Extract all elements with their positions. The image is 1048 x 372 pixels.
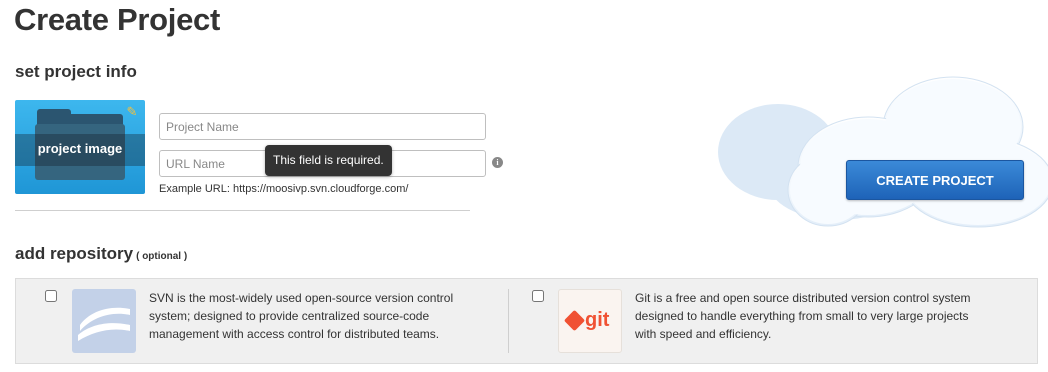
optional-label: ( optional ) (136, 251, 188, 262)
section-heading-add-repository: add repository( optional ) (15, 244, 187, 264)
svn-checkbox[interactable] (45, 290, 57, 302)
git-diamond-icon (563, 309, 586, 332)
git-description: Git is a free and open source distribute… (635, 291, 971, 341)
section-divider (15, 210, 470, 211)
repository-divider (508, 289, 509, 353)
svn-logo-icon (72, 289, 136, 353)
git-logo-text: git (585, 309, 610, 331)
info-icon[interactable]: i (492, 157, 503, 168)
validation-tooltip: This field is required. (265, 145, 392, 176)
git-checkbox[interactable] (532, 290, 544, 302)
pencil-icon[interactable]: ✎ (125, 105, 139, 119)
svn-description: SVN is the most-widely used open-source … (149, 291, 454, 341)
section-heading-project-info: set project info (15, 62, 137, 81)
project-name-input[interactable] (159, 113, 486, 140)
page-title: Create Project (14, 2, 221, 37)
example-url-hint: Example URL: https://moosivp.svn.cloudfo… (159, 183, 409, 195)
repository-options-panel: SVN is the most-widely used open-source … (15, 278, 1038, 364)
project-image-label: project image (37, 141, 123, 156)
git-logo-icon: git (558, 289, 622, 353)
cloud-illustration (718, 76, 1048, 228)
add-repository-label: add repository (15, 244, 134, 263)
create-project-button[interactable]: CREATE PROJECT (846, 160, 1024, 200)
project-image-picker[interactable]: project image ✎ (15, 100, 145, 194)
